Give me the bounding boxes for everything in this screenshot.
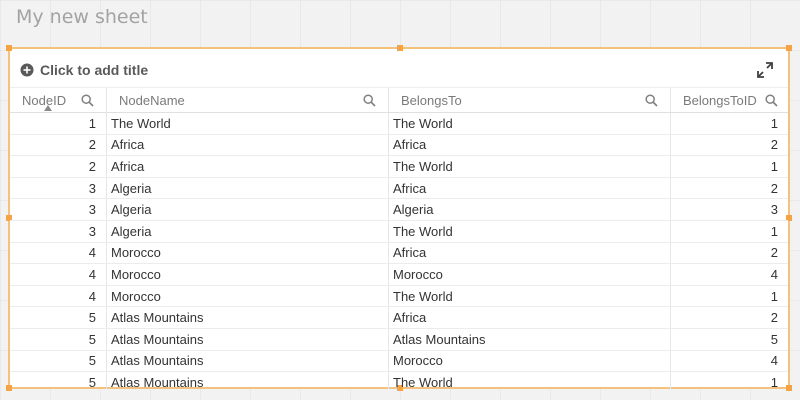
belongstoid-cell[interactable]: 2 <box>671 243 788 264</box>
belongstoid-cell[interactable]: 1 <box>671 113 788 134</box>
plus-circle-icon <box>20 63 34 77</box>
belongstoid-cell[interactable]: 2 <box>671 178 788 199</box>
nodeid-cell[interactable]: 4 <box>10 264 107 285</box>
belongsto-cell[interactable]: The World <box>389 220 671 242</box>
column-header-label: NodeName <box>119 92 185 108</box>
table-row[interactable]: 3 Algeria The World 1 <box>10 220 788 243</box>
resize-handle-top[interactable] <box>397 45 403 51</box>
nodename-cell[interactable]: Africa <box>107 134 389 156</box>
column-header-label: BelongsToID <box>683 92 757 108</box>
belongstoid-cell[interactable]: 3 <box>671 199 788 220</box>
nodeid-cell[interactable]: 3 <box>10 199 107 220</box>
nodeid-cell[interactable]: 2 <box>10 156 107 177</box>
belongsto-cell[interactable]: Africa <box>389 242 671 264</box>
column-header-label: BelongsTo <box>401 92 462 108</box>
table-object-panel[interactable]: Click to add title NodeID NodeName Belon… <box>6 45 792 391</box>
table-row[interactable]: 2 Africa Africa 2 <box>10 134 788 157</box>
belongsto-cell[interactable]: Morocco <box>389 350 671 372</box>
column-header-belongsto[interactable]: BelongsTo <box>389 88 671 112</box>
nodeid-cell[interactable]: 5 <box>10 372 107 389</box>
belongsto-cell[interactable]: Atlas Mountains <box>389 328 671 350</box>
expand-icon[interactable] <box>756 61 774 79</box>
belongsto-cell[interactable]: The World <box>389 372 671 389</box>
nodeid-cell[interactable]: 3 <box>10 220 107 242</box>
table-row[interactable]: 4 Morocco Morocco 4 <box>10 264 788 286</box>
search-icon[interactable] <box>645 93 658 107</box>
table-row[interactable]: 1 The World The World 1 <box>10 113 788 135</box>
table-row[interactable]: 4 Morocco Africa 2 <box>10 242 788 265</box>
column-header-nodeid[interactable]: NodeID <box>10 88 107 112</box>
table-row[interactable]: 5 Atlas Mountains Africa 2 <box>10 307 788 329</box>
belongstoid-cell[interactable]: 1 <box>671 372 788 389</box>
sheet-title[interactable]: My new sheet <box>16 6 148 28</box>
belongsto-cell[interactable]: Africa <box>389 307 671 328</box>
table-row[interactable]: 2 Africa The World 1 <box>10 156 788 178</box>
nodeid-cell[interactable]: 3 <box>10 177 107 199</box>
belongstoid-cell[interactable]: 1 <box>671 156 788 177</box>
search-icon[interactable] <box>765 93 778 107</box>
belongsto-cell[interactable]: Africa <box>389 177 671 199</box>
table-row[interactable]: 3 Algeria Africa 2 <box>10 177 788 200</box>
table-row[interactable]: 4 Morocco The World 1 <box>10 285 788 308</box>
search-icon[interactable] <box>363 93 376 107</box>
add-title-button[interactable]: Click to add title <box>20 60 148 80</box>
nodename-cell[interactable]: Morocco <box>107 264 389 285</box>
column-header-nodename[interactable]: NodeName <box>107 88 389 112</box>
belongsto-cell[interactable]: Morocco <box>389 264 671 285</box>
resize-handle-top-right[interactable] <box>786 45 792 51</box>
column-header-belongstoid[interactable]: BelongsToID <box>671 88 788 112</box>
nodeid-cell[interactable]: 4 <box>10 242 107 264</box>
table-header: NodeID NodeName BelongsTo BelongsToID <box>10 87 788 113</box>
resize-handle-top-left[interactable] <box>6 45 12 51</box>
nodeid-cell[interactable]: 5 <box>10 307 107 328</box>
belongsto-cell[interactable]: Algeria <box>389 199 671 220</box>
nodename-cell[interactable]: Africa <box>107 156 389 177</box>
table-row[interactable]: 5 Atlas Mountains Atlas Mountains 5 <box>10 328 788 351</box>
belongsto-cell[interactable]: The World <box>389 113 671 134</box>
table-row[interactable]: 5 Atlas Mountains Morocco 4 <box>10 350 788 373</box>
belongstoid-cell[interactable]: 1 <box>671 221 788 242</box>
nodename-cell[interactable]: Atlas Mountains <box>107 307 389 328</box>
add-title-label: Click to add title <box>40 62 149 78</box>
sort-ascending-icon <box>44 105 52 111</box>
belongstoid-cell[interactable]: 5 <box>671 329 788 350</box>
search-icon[interactable] <box>81 93 94 107</box>
nodeid-cell[interactable]: 5 <box>10 328 107 350</box>
nodename-cell[interactable]: Algeria <box>107 177 389 199</box>
nodeid-cell[interactable]: 4 <box>10 285 107 307</box>
nodename-cell[interactable]: Atlas Mountains <box>107 350 389 372</box>
belongsto-cell[interactable]: The World <box>389 156 671 177</box>
nodename-cell[interactable]: Algeria <box>107 199 389 220</box>
nodename-cell[interactable]: The World <box>107 113 389 134</box>
nodename-cell[interactable]: Atlas Mountains <box>107 328 389 350</box>
nodename-cell[interactable]: Atlas Mountains <box>107 372 389 389</box>
table-row[interactable]: 3 Algeria Algeria 3 <box>10 199 788 221</box>
nodename-cell[interactable]: Morocco <box>107 285 389 307</box>
belongsto-cell[interactable]: Africa <box>389 134 671 156</box>
table-row[interactable]: 5 Atlas Mountains The World 1 <box>10 372 788 389</box>
belongsto-cell[interactable]: The World <box>389 285 671 307</box>
nodename-cell[interactable]: Morocco <box>107 242 389 264</box>
belongstoid-cell[interactable]: 4 <box>671 264 788 285</box>
belongstoid-cell[interactable]: 2 <box>671 307 788 328</box>
table-body: 1 The World The World 1 2 Africa Africa 2 2 Afric… <box>10 113 788 389</box>
nodeid-cell[interactable]: 5 <box>10 350 107 372</box>
data-table: NodeID NodeName BelongsTo BelongsToID 1 … <box>10 87 788 389</box>
nodeid-cell[interactable]: 2 <box>10 134 107 156</box>
nodename-cell[interactable]: Algeria <box>107 220 389 242</box>
belongstoid-cell[interactable]: 2 <box>671 135 788 156</box>
belongstoid-cell[interactable]: 4 <box>671 351 788 372</box>
nodeid-cell[interactable]: 1 <box>10 113 107 134</box>
belongstoid-cell[interactable]: 1 <box>671 286 788 307</box>
